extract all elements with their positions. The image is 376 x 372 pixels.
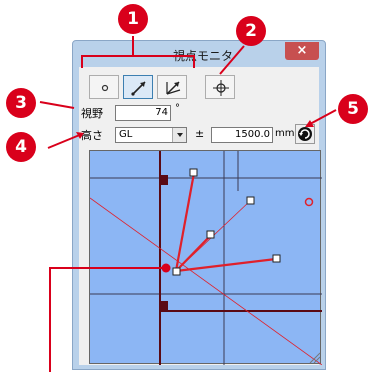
callout-leader <box>39 101 75 109</box>
callout-2: 2 <box>236 16 266 46</box>
callout-leader <box>47 133 83 149</box>
callout-leader <box>219 45 245 75</box>
viewpoint-pointer-dot <box>161 263 171 273</box>
callout-1: 1 <box>118 4 148 34</box>
annotation-overlay <box>39 36 337 372</box>
callout-4: 4 <box>6 132 36 162</box>
callout-bracket <box>81 55 195 68</box>
callout-leader <box>309 109 337 125</box>
callout-5: 5 <box>338 94 368 124</box>
callout-3: 3 <box>6 88 36 118</box>
viewpoint-leader <box>49 267 166 372</box>
